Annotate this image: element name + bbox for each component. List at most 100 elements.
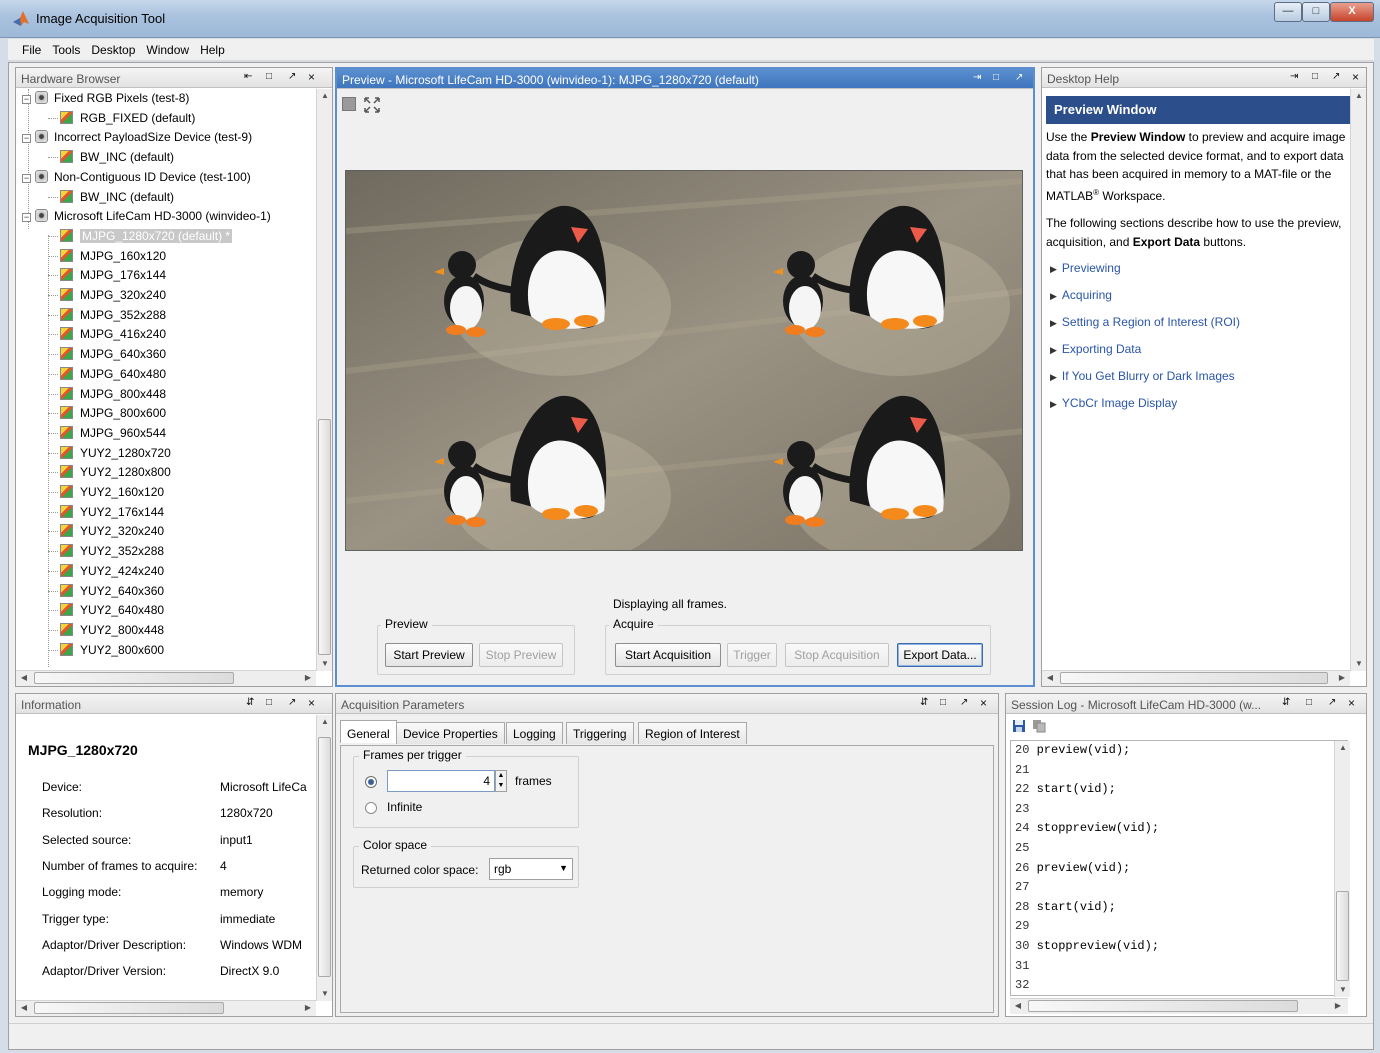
help-link-ycbcr[interactable]: ▶ YCbCr Image Display [1050, 396, 1177, 410]
stop-icon[interactable] [342, 97, 356, 111]
tree-format-node[interactable]: YUY2_1280x800 [48, 463, 171, 481]
color-space-select[interactable]: rgb ▼ [489, 858, 573, 880]
close-panel-icon[interactable]: × [1348, 696, 1355, 710]
scroll-thumb[interactable] [1060, 672, 1328, 684]
maximize-button[interactable]: □ [1302, 2, 1330, 22]
session-log-code[interactable]: 20 preview(vid); 21 22 start(vid); 23 24 s… [1010, 740, 1348, 996]
help-horizontal-scrollbar[interactable]: ◀ ▶ [1042, 670, 1350, 686]
maximize-panel-icon[interactable]: □ [1306, 697, 1312, 708]
menu-tools[interactable]: Tools [48, 39, 87, 57]
scroll-thumb[interactable] [318, 419, 331, 655]
scroll-thumb[interactable] [1336, 891, 1349, 981]
tree-format-node[interactable]: MJPG_960x544 [48, 424, 166, 442]
tree-format-node[interactable]: BW_INC (default) [48, 188, 174, 206]
collapse-icon[interactable]: − [22, 134, 31, 144]
hardware-horizontal-scrollbar[interactable]: ◀ ▶ [16, 670, 316, 686]
close-button[interactable]: X [1330, 2, 1374, 22]
tree-format-node[interactable]: YUY2_640x360 [48, 582, 164, 600]
close-panel-icon[interactable]: × [1352, 70, 1359, 84]
scroll-down-arrow-icon[interactable]: ▼ [317, 987, 333, 1001]
scroll-right-arrow-icon[interactable]: ▶ [1330, 999, 1346, 1013]
popout-icon[interactable]: ↗ [1015, 72, 1023, 83]
undock-icon[interactable]: ⇥ [1290, 71, 1298, 82]
menu-file[interactable]: File [8, 39, 48, 57]
hardware-vertical-scrollbar[interactable]: ▲ ▼ [316, 89, 332, 671]
tree-format-node[interactable]: MJPG_416x240 [48, 325, 166, 343]
tree-format-node[interactable]: YUY2_1280x720 [48, 444, 171, 462]
scroll-up-arrow-icon[interactable]: ▲ [317, 89, 333, 103]
tab-general[interactable]: General [340, 720, 397, 743]
scroll-left-arrow-icon[interactable]: ◀ [16, 1001, 32, 1015]
help-link-previewing[interactable]: ▶ Previewing [1050, 261, 1121, 275]
maximize-panel-icon[interactable]: □ [266, 71, 272, 82]
tree-format-node[interactable]: BW_INC (default) [48, 148, 174, 166]
tree-format-node[interactable]: YUY2_352x288 [48, 542, 164, 560]
scroll-thumb[interactable] [318, 737, 331, 977]
window-titlebar[interactable]: Image Acquisition Tool — □ X [0, 0, 1380, 38]
tree-format-node[interactable]: YUY2_176x144 [48, 503, 164, 521]
tree-format-node[interactable]: MJPG_640x480 [48, 365, 166, 383]
help-link-acquiring[interactable]: ▶ Acquiring [1050, 288, 1112, 302]
log-horizontal-scrollbar[interactable]: ◀ ▶ [1010, 998, 1348, 1014]
dock-icon[interactable]: ⇵ [1282, 697, 1290, 708]
scroll-thumb[interactable] [34, 672, 234, 684]
hardware-tree[interactable]: − Fixed RGB Pixels (test-8) RGB_FIXED (def… [16, 89, 316, 669]
info-vertical-scrollbar[interactable]: ▲ ▼ [316, 715, 332, 1001]
frames-input[interactable]: 4 [387, 770, 495, 792]
tab-triggering[interactable]: Triggering [566, 722, 634, 744]
scroll-right-arrow-icon[interactable]: ▶ [300, 1001, 316, 1015]
tree-format-node[interactable]: MJPG_160x120 [48, 247, 166, 265]
tree-format-node[interactable]: MJPG_352x288 [48, 306, 166, 324]
scroll-left-arrow-icon[interactable]: ◀ [1042, 671, 1058, 685]
scroll-up-arrow-icon[interactable]: ▲ [317, 715, 333, 729]
collapse-icon[interactable]: − [22, 95, 31, 104]
help-link-roi[interactable]: ▶ Setting a Region of Interest (ROI) [1050, 315, 1240, 329]
tree-format-node[interactable]: YUY2_800x448 [48, 621, 164, 639]
maximize-panel-icon[interactable]: □ [1312, 71, 1318, 82]
scroll-right-arrow-icon[interactable]: ▶ [300, 671, 316, 685]
collapse-icon[interactable]: − [22, 213, 31, 223]
help-link-exporting[interactable]: ▶ Exporting Data [1050, 342, 1141, 356]
copy-icon[interactable] [1032, 719, 1046, 733]
minimize-button[interactable]: — [1274, 2, 1302, 22]
save-icon[interactable] [1012, 719, 1026, 733]
menu-desktop[interactable]: Desktop [87, 39, 142, 57]
start-preview-button[interactable]: Start Preview [385, 643, 473, 667]
tree-device-node[interactable]: − Incorrect PayloadSize Device (test-9) [22, 128, 252, 146]
undock-icon[interactable]: ⇥ [973, 72, 981, 83]
tree-format-node[interactable]: YUY2_424x240 [48, 562, 164, 580]
scroll-up-arrow-icon[interactable]: ▲ [1351, 89, 1367, 103]
tree-format-node[interactable]: MJPG_800x600 [48, 404, 166, 422]
collapse-icon[interactable]: − [22, 173, 31, 183]
info-horizontal-scrollbar[interactable]: ◀ ▶ [16, 1000, 316, 1016]
menu-help[interactable]: Help [196, 39, 232, 57]
maximize-panel-icon[interactable]: □ [993, 72, 999, 83]
fit-window-icon[interactable] [363, 96, 381, 114]
dock-icon[interactable]: ⇵ [920, 697, 928, 708]
tree-device-node[interactable]: − Fixed RGB Pixels (test-8) [22, 89, 189, 107]
tree-format-node[interactable]: YUY2_160x120 [48, 483, 164, 501]
scroll-left-arrow-icon[interactable]: ◀ [16, 671, 32, 685]
tree-format-node-selected[interactable]: MJPG_1280x720 (default) * [48, 227, 233, 245]
frames-spinner[interactable]: ▲ ▼ [495, 770, 507, 792]
scroll-thumb[interactable] [1028, 1000, 1298, 1012]
help-link-blurry[interactable]: ▶ If You Get Blurry or Dark Images [1050, 369, 1235, 383]
start-acquisition-button[interactable]: Start Acquisition [615, 643, 721, 667]
tree-format-node[interactable]: YUY2_800x600 [48, 641, 164, 659]
tree-format-node[interactable]: RGB_FIXED (default) [48, 109, 195, 127]
stop-acquisition-button[interactable]: Stop Acquisition [785, 643, 889, 667]
maximize-panel-icon[interactable]: □ [940, 697, 946, 708]
close-panel-icon[interactable]: × [308, 70, 315, 84]
log-vertical-scrollbar[interactable]: ▲ ▼ [1334, 741, 1350, 997]
scroll-down-arrow-icon[interactable]: ▼ [1351, 657, 1367, 671]
menu-window[interactable]: Window [142, 39, 196, 57]
tree-format-node[interactable]: YUY2_640x480 [48, 601, 164, 619]
undock-icon[interactable]: ⇤ [244, 71, 252, 82]
tab-device-properties[interactable]: Device Properties [396, 722, 505, 744]
tree-format-node[interactable]: MJPG_176x144 [48, 266, 166, 284]
scroll-up-arrow-icon[interactable]: ▲ [1335, 741, 1351, 755]
tree-device-node[interactable]: − Non-Contiguous ID Device (test-100) [22, 168, 251, 186]
trigger-button[interactable]: Trigger [727, 643, 777, 667]
scroll-left-arrow-icon[interactable]: ◀ [1010, 999, 1026, 1013]
tab-region-of-interest[interactable]: Region of Interest [638, 722, 747, 744]
